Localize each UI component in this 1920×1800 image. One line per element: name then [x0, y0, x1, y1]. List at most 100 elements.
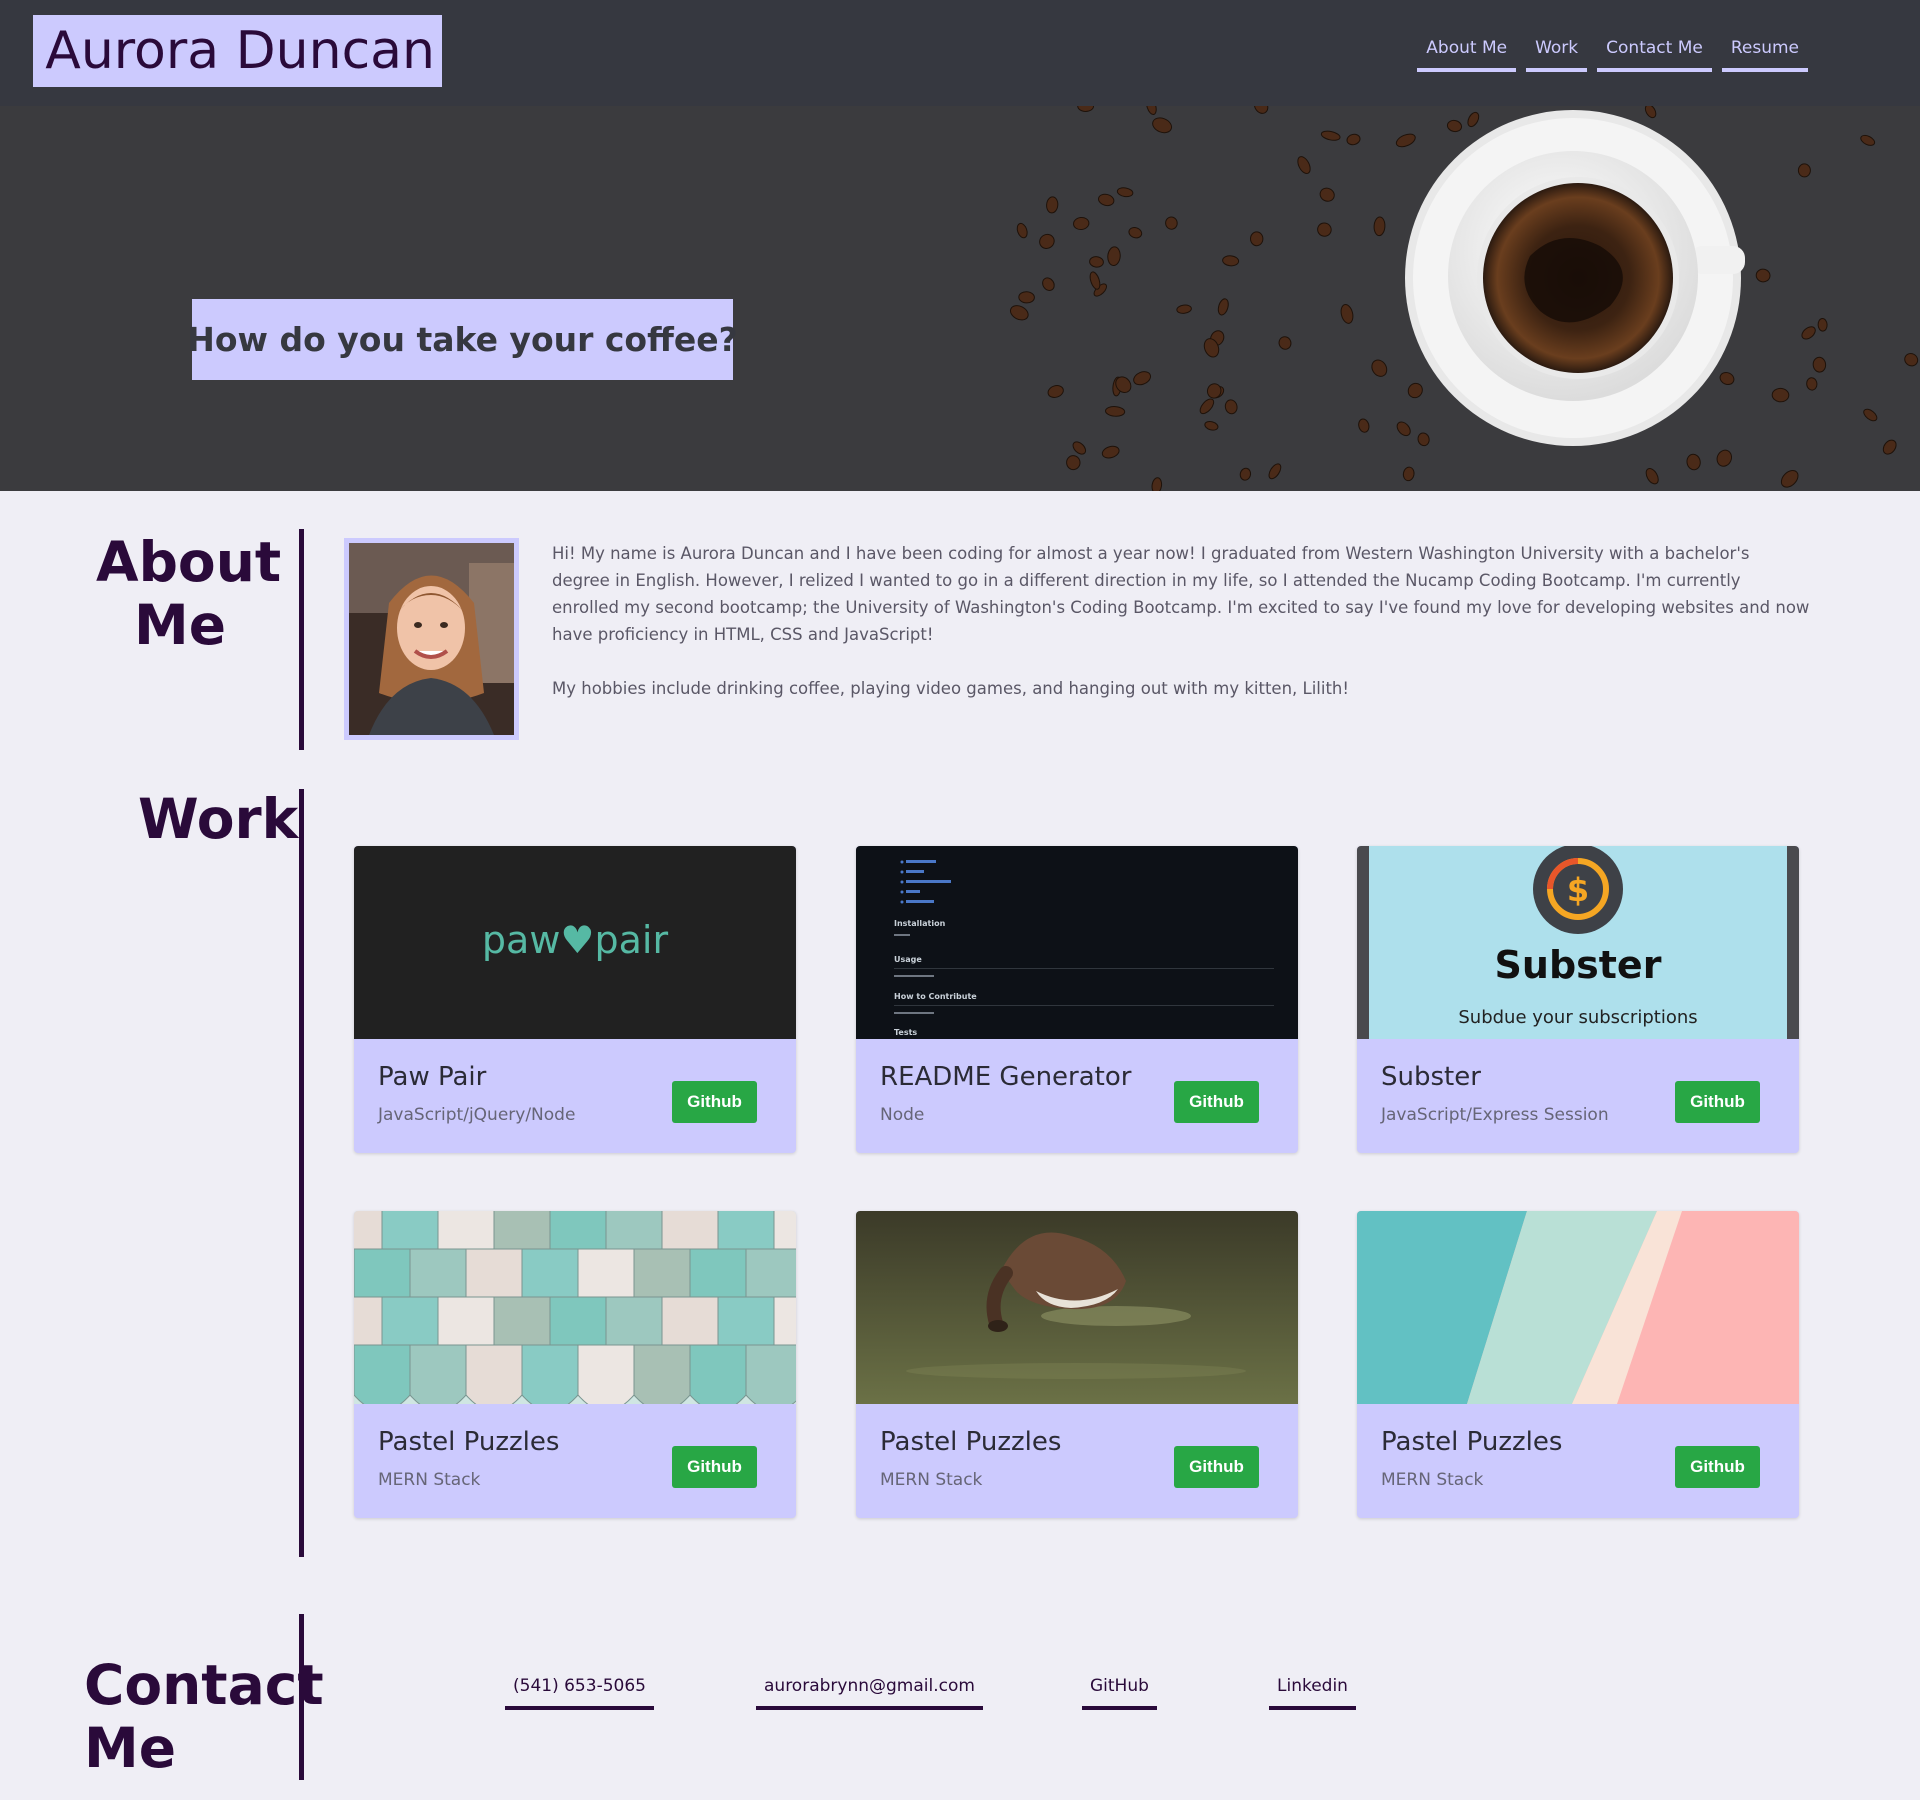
coffee-bean	[1098, 193, 1115, 207]
about-divider	[299, 529, 304, 750]
coffee-bean	[1395, 133, 1416, 148]
site-header: Aurora Duncan About Me Work Contact Me R…	[0, 0, 1920, 106]
coffee-bean	[1446, 119, 1463, 133]
readme-heading-4: Tests	[894, 1028, 917, 1037]
coffee-bean	[1042, 277, 1055, 291]
github-button[interactable]: Github	[1675, 1446, 1760, 1488]
work-divider	[299, 789, 304, 1557]
project-card-pastel-puzzles-2: Pastel Puzzles MERN Stack Github	[856, 1211, 1298, 1518]
coffee-bean	[1217, 298, 1229, 316]
coffee-bean	[1133, 371, 1152, 386]
coffee-bean	[1047, 385, 1064, 398]
readme-heading-3: How to Contribute	[894, 992, 977, 1001]
coffee-bean	[1863, 408, 1878, 422]
coffee-bean	[1371, 359, 1388, 377]
scale-tile	[521, 1344, 579, 1404]
scale-tile	[689, 1344, 747, 1404]
project-title: README Generator	[880, 1062, 1132, 1092]
coffee-bean	[1089, 271, 1101, 290]
subster-tagline: Subdue your subscriptions	[1458, 1007, 1697, 1028]
coffee-bean	[1644, 106, 1657, 119]
coffee-bean	[1407, 382, 1423, 399]
coffee-bean	[1340, 303, 1354, 324]
contact-email-link[interactable]: aurorabrynn@gmail.com	[756, 1676, 983, 1710]
coffee-bean	[1176, 304, 1192, 314]
coffee-bean	[1018, 291, 1035, 304]
profile-photo	[344, 538, 519, 740]
coffee-bean	[1812, 356, 1827, 373]
coffee-bean	[1222, 255, 1240, 267]
github-button[interactable]: Github	[1174, 1446, 1259, 1488]
about-paragraph-2: My hobbies include drinking coffee, play…	[552, 679, 1350, 698]
github-button[interactable]: Github	[672, 1081, 757, 1123]
project-stack: MERN Stack	[1381, 1470, 1484, 1490]
project-stack: MERN Stack	[880, 1470, 983, 1490]
paw-pair-logo-text: paw♥pair	[482, 918, 669, 962]
project-card-pastel-puzzles-1: Pastel Puzzles MERN Stack Github	[354, 1211, 796, 1518]
contact-section-title: Contact Me	[84, 1654, 324, 1780]
coffee-bean	[1128, 227, 1143, 239]
project-stack: Node	[880, 1105, 925, 1125]
github-button[interactable]: Github	[1675, 1081, 1760, 1123]
coffee-bean	[1860, 134, 1876, 146]
coffee-bean	[1046, 196, 1059, 214]
scale-tile	[577, 1344, 635, 1404]
about-title-line1: About	[96, 530, 282, 594]
github-button[interactable]: Github	[1174, 1081, 1259, 1123]
project-card-readme-generator: Installation Usage How to Contribute Tes…	[856, 846, 1298, 1153]
coffee-bean	[1072, 441, 1087, 455]
project-image: paw♥pair	[354, 846, 796, 1039]
coffee-bean	[1224, 399, 1238, 415]
project-image	[354, 1211, 796, 1404]
coffee-bean	[1253, 106, 1269, 114]
project-title: Pastel Puzzles	[1381, 1427, 1563, 1457]
site-brand[interactable]: Aurora Duncan	[33, 15, 442, 87]
contact-title-line1: Contact	[84, 1653, 324, 1717]
coffee-bean	[1467, 111, 1480, 128]
project-image	[856, 1211, 1298, 1404]
coffee-bean	[1645, 468, 1659, 485]
coffee-bean	[1317, 222, 1332, 237]
nav-about-me[interactable]: About Me	[1417, 38, 1517, 72]
coffee-bean	[1686, 453, 1701, 471]
about-paragraph-1: Hi! My name is Aurora Duncan and I have …	[552, 544, 1810, 644]
project-image: $ Subster Subdue your subscriptions	[1357, 846, 1799, 1039]
contact-phone-link[interactable]: (541) 653-5065	[505, 1676, 654, 1710]
work-section-title: Work	[138, 787, 299, 851]
coffee-bean	[1039, 233, 1055, 249]
readme-heading-2: Usage	[894, 955, 922, 964]
svg-text:$: $	[1567, 871, 1589, 909]
main-nav: About Me Work Contact Me Resume	[1417, 38, 1808, 72]
coffee-bean	[1806, 377, 1818, 391]
hero-tagline: How do you take your coffee?	[187, 299, 738, 380]
contact-linkedin-link[interactable]: Linkedin	[1269, 1676, 1356, 1710]
coffee-bean	[1817, 318, 1828, 332]
nav-resume[interactable]: Resume	[1721, 38, 1808, 72]
coffee-bean	[1152, 117, 1173, 134]
scale-tile	[633, 1344, 691, 1404]
project-card-paw-pair: paw♥pair Paw Pair JavaScript/jQuery/Node…	[354, 846, 796, 1153]
coffee-bean	[1105, 406, 1126, 417]
coffee-bean	[1904, 353, 1919, 367]
coffee-bean	[1801, 326, 1816, 340]
readme-heading-1: Installation	[894, 919, 946, 928]
scale-tile	[745, 1344, 796, 1404]
about-text: Hi! My name is Aurora Duncan and I have …	[552, 540, 1810, 702]
coffee-bean	[1206, 383, 1222, 399]
contact-divider	[299, 1614, 304, 1780]
nav-work[interactable]: Work	[1526, 38, 1588, 72]
coffee-bean	[1268, 463, 1282, 480]
coffee-bean	[1417, 432, 1430, 447]
coffee-bean	[1107, 246, 1121, 266]
github-button[interactable]: Github	[672, 1446, 757, 1488]
nav-contact-me[interactable]: Contact Me	[1597, 38, 1712, 72]
coffee-bean	[1346, 133, 1361, 146]
contact-github-link[interactable]: GitHub	[1082, 1676, 1157, 1710]
coffee-bean	[1073, 216, 1090, 231]
project-stack: JavaScript/jQuery/Node	[378, 1105, 576, 1125]
profile-photo-image	[349, 543, 514, 735]
project-stack: MERN Stack	[378, 1470, 481, 1490]
coffee-bean	[1077, 106, 1094, 113]
hero-banner: How do you take your coffee?	[0, 106, 1920, 491]
coffee-bean	[1016, 222, 1028, 239]
